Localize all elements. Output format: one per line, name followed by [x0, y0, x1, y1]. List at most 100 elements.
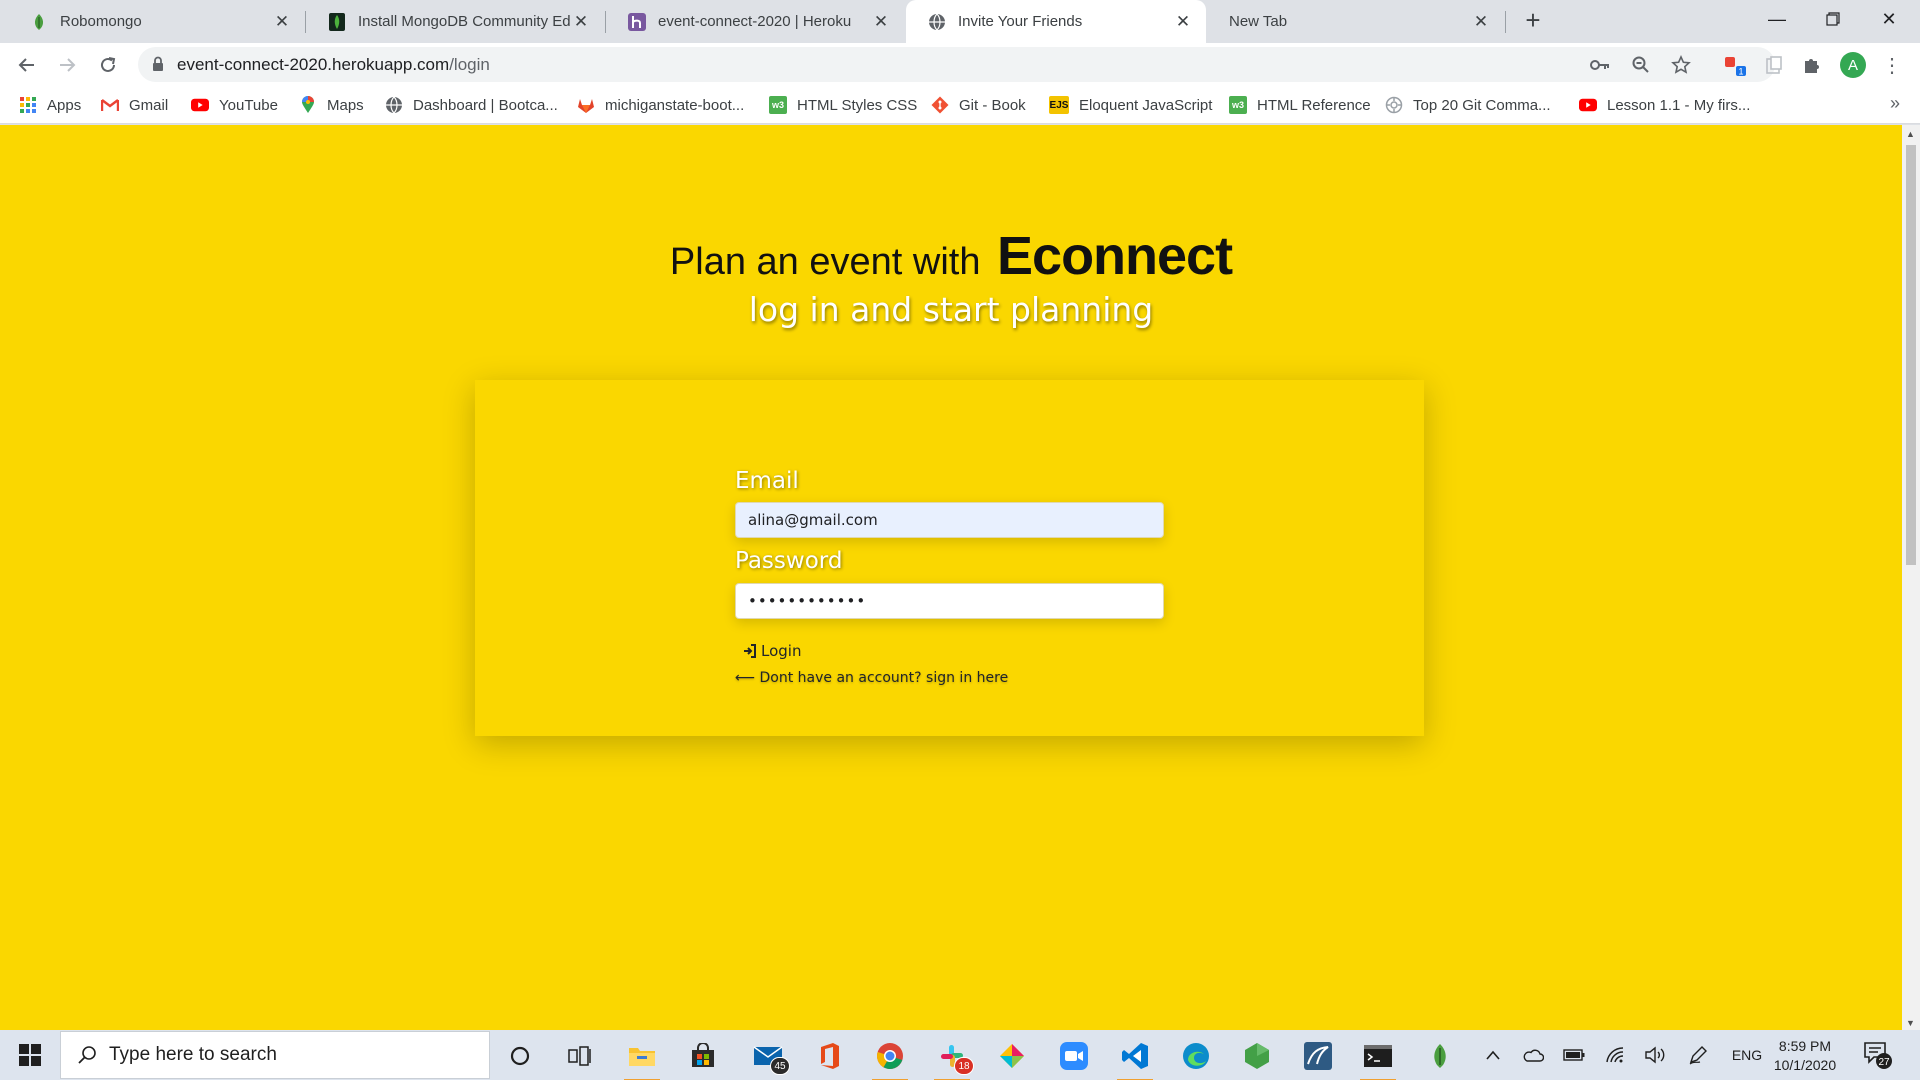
vertical-scrollbar[interactable]: ▲ ▼ [1902, 125, 1920, 1030]
ejs-icon: EJS [1049, 96, 1069, 114]
bookmark-label: michiganstate-boot... [605, 96, 745, 114]
new-tab-plus-icon[interactable]: + [1518, 6, 1548, 36]
terminal-icon[interactable] [1354, 1036, 1402, 1080]
robomongo-icon [30, 13, 48, 31]
bookmark-label: YouTube [219, 96, 278, 114]
tab-title: event-connect-2020 | Heroku [658, 13, 852, 30]
profile-avatar[interactable]: A [1840, 52, 1866, 78]
bookmark-youtube[interactable]: YouTube [191, 94, 278, 116]
windows-start-icon[interactable] [8, 1036, 52, 1074]
browser-toolbar: event-connect-2020.herokuapp.com/login 1… [0, 43, 1920, 86]
battery-icon[interactable] [1562, 1044, 1586, 1066]
gitkraken-icon[interactable] [988, 1036, 1036, 1076]
cortana-icon[interactable] [496, 1036, 544, 1076]
youtube-icon [191, 96, 209, 114]
zoom-icon[interactable] [1630, 54, 1652, 76]
tab-new-tab[interactable]: New Tab ✕ [1207, 0, 1504, 43]
bookmark-html-styles[interactable]: w3 HTML Styles CSS [769, 94, 917, 116]
close-tab-icon[interactable]: ✕ [570, 11, 592, 33]
password-label: Password [735, 548, 843, 574]
scroll-down-arrow-icon[interactable]: ▼ [1906, 1018, 1915, 1028]
restore-icon[interactable] [1810, 0, 1856, 40]
close-tab-icon[interactable]: ✕ [1470, 11, 1492, 33]
office-icon[interactable] [805, 1036, 853, 1076]
sign-in-icon [743, 644, 757, 658]
clock-date: 10/1/2020 [1773, 1057, 1837, 1073]
tab-invite-friends[interactable]: Invite Your Friends ✕ [906, 0, 1206, 43]
bookmark-label: Lesson 1.1 - My firs... [1607, 96, 1751, 114]
email-field[interactable] [735, 502, 1164, 538]
reload-icon[interactable] [92, 49, 124, 81]
zoom-app-icon[interactable] [1050, 1036, 1098, 1076]
microsoft-store-icon[interactable] [679, 1036, 727, 1076]
bookmark-eloquent-js[interactable]: EJS Eloquent JavaScript [1049, 94, 1212, 116]
volume-icon[interactable] [1643, 1044, 1667, 1066]
bookmark-label: Maps [327, 96, 364, 114]
address-bar[interactable]: event-connect-2020.herokuapp.com/login [138, 47, 1775, 82]
bookmarks-overflow-icon[interactable]: » [1890, 93, 1900, 114]
tab-title: Install MongoDB Community Edi [358, 13, 570, 30]
close-tab-icon[interactable]: ✕ [1172, 11, 1194, 33]
bookmark-html-reference[interactable]: w3 HTML Reference [1229, 94, 1371, 116]
bookmark-dashboard[interactable]: Dashboard | Bootca... [385, 94, 558, 116]
system-clock[interactable]: 8:59 PM 10/1/2020 [1764, 1037, 1846, 1075]
puzzle-extensions-icon[interactable] [1800, 54, 1824, 76]
bookmark-git-book[interactable]: Git - Book [931, 94, 1026, 116]
chrome-icon[interactable] [866, 1036, 914, 1080]
onedrive-icon[interactable] [1521, 1044, 1545, 1066]
bookmark-maps[interactable]: Maps [299, 94, 364, 116]
slack-icon[interactable]: 18 [928, 1036, 976, 1080]
clipboard-extension-icon[interactable] [1762, 54, 1786, 76]
tab-title: New Tab [1229, 13, 1288, 30]
headline-prefix: Plan an event with [669, 241, 981, 283]
file-explorer-icon[interactable] [618, 1036, 666, 1080]
signup-link[interactable]: ⟵ Dont have an account? sign in here [735, 670, 1008, 686]
pen-icon[interactable] [1686, 1044, 1710, 1066]
search-placeholder: Type here to search [109, 1044, 277, 1065]
bookmark-label: Git - Book [959, 96, 1026, 114]
search-icon [77, 1045, 97, 1070]
close-tab-icon[interactable]: ✕ [271, 11, 293, 33]
login-card: Email Password Login ⟵ Dont have an acco… [475, 380, 1424, 736]
tab-robomongo[interactable]: Robomongo ✕ [8, 0, 305, 43]
mysql-workbench-icon[interactable] [1294, 1036, 1342, 1076]
tray-expand-icon[interactable] [1481, 1044, 1505, 1066]
language-indicator[interactable]: ENG [1729, 1044, 1765, 1066]
bookmark-gmail[interactable]: Gmail [101, 94, 168, 116]
back-arrow-icon[interactable] [11, 49, 43, 81]
forward-arrow-icon[interactable] [51, 49, 83, 81]
wifi-icon[interactable] [1604, 1044, 1628, 1066]
notification-center-icon[interactable]: 27 [1862, 1039, 1896, 1073]
taskbar-search-box[interactable]: Type here to search [60, 1031, 490, 1079]
vscode-icon[interactable] [1111, 1036, 1159, 1080]
mail-icon[interactable]: 45 [744, 1036, 792, 1076]
settings-globe-icon [1385, 96, 1403, 114]
password-field[interactable] [735, 583, 1164, 619]
bookmark-apps[interactable]: Apps [19, 94, 81, 116]
close-tab-icon[interactable]: ✕ [870, 11, 892, 33]
kebab-menu-icon[interactable]: ⋮ [1880, 54, 1904, 77]
bookmark-michiganstate[interactable]: michiganstate-boot... [577, 94, 744, 116]
window-close-icon[interactable]: ✕ [1866, 0, 1912, 40]
robomongo-icon[interactable] [1416, 1036, 1464, 1076]
task-view-icon[interactable] [556, 1036, 604, 1076]
windows-taskbar: Type here to search 45 18 ENG 8:59 PM 10… [0, 1030, 1920, 1080]
nodejs-icon[interactable] [1233, 1036, 1281, 1076]
login-button[interactable]: Login [743, 642, 801, 660]
tab-mongodb[interactable]: Install MongoDB Community Edi ✕ [306, 0, 604, 43]
scrollbar-thumb[interactable] [1906, 145, 1916, 565]
tab-heroku[interactable]: event-connect-2020 | Heroku ✕ [606, 0, 904, 43]
mongodb-icon [328, 12, 346, 31]
page-subtitle: log in and start planning [748, 290, 1154, 329]
bookmark-top-20-git[interactable]: Top 20 Git Comma... [1385, 94, 1551, 116]
key-icon[interactable] [1589, 54, 1611, 76]
minimize-icon[interactable]: — [1754, 0, 1800, 40]
scroll-up-arrow-icon[interactable]: ▲ [1906, 129, 1915, 139]
email-label: Email [735, 468, 799, 494]
bookmark-star-icon[interactable] [1670, 54, 1692, 76]
edge-icon[interactable] [1172, 1036, 1220, 1076]
bookmark-lesson[interactable]: Lesson 1.1 - My firs... [1579, 94, 1750, 116]
url-text[interactable]: event-connect-2020.herokuapp.com/login [177, 55, 490, 75]
extension-badge-icon[interactable]: 1 [1723, 54, 1747, 76]
lock-icon[interactable] [152, 56, 164, 77]
